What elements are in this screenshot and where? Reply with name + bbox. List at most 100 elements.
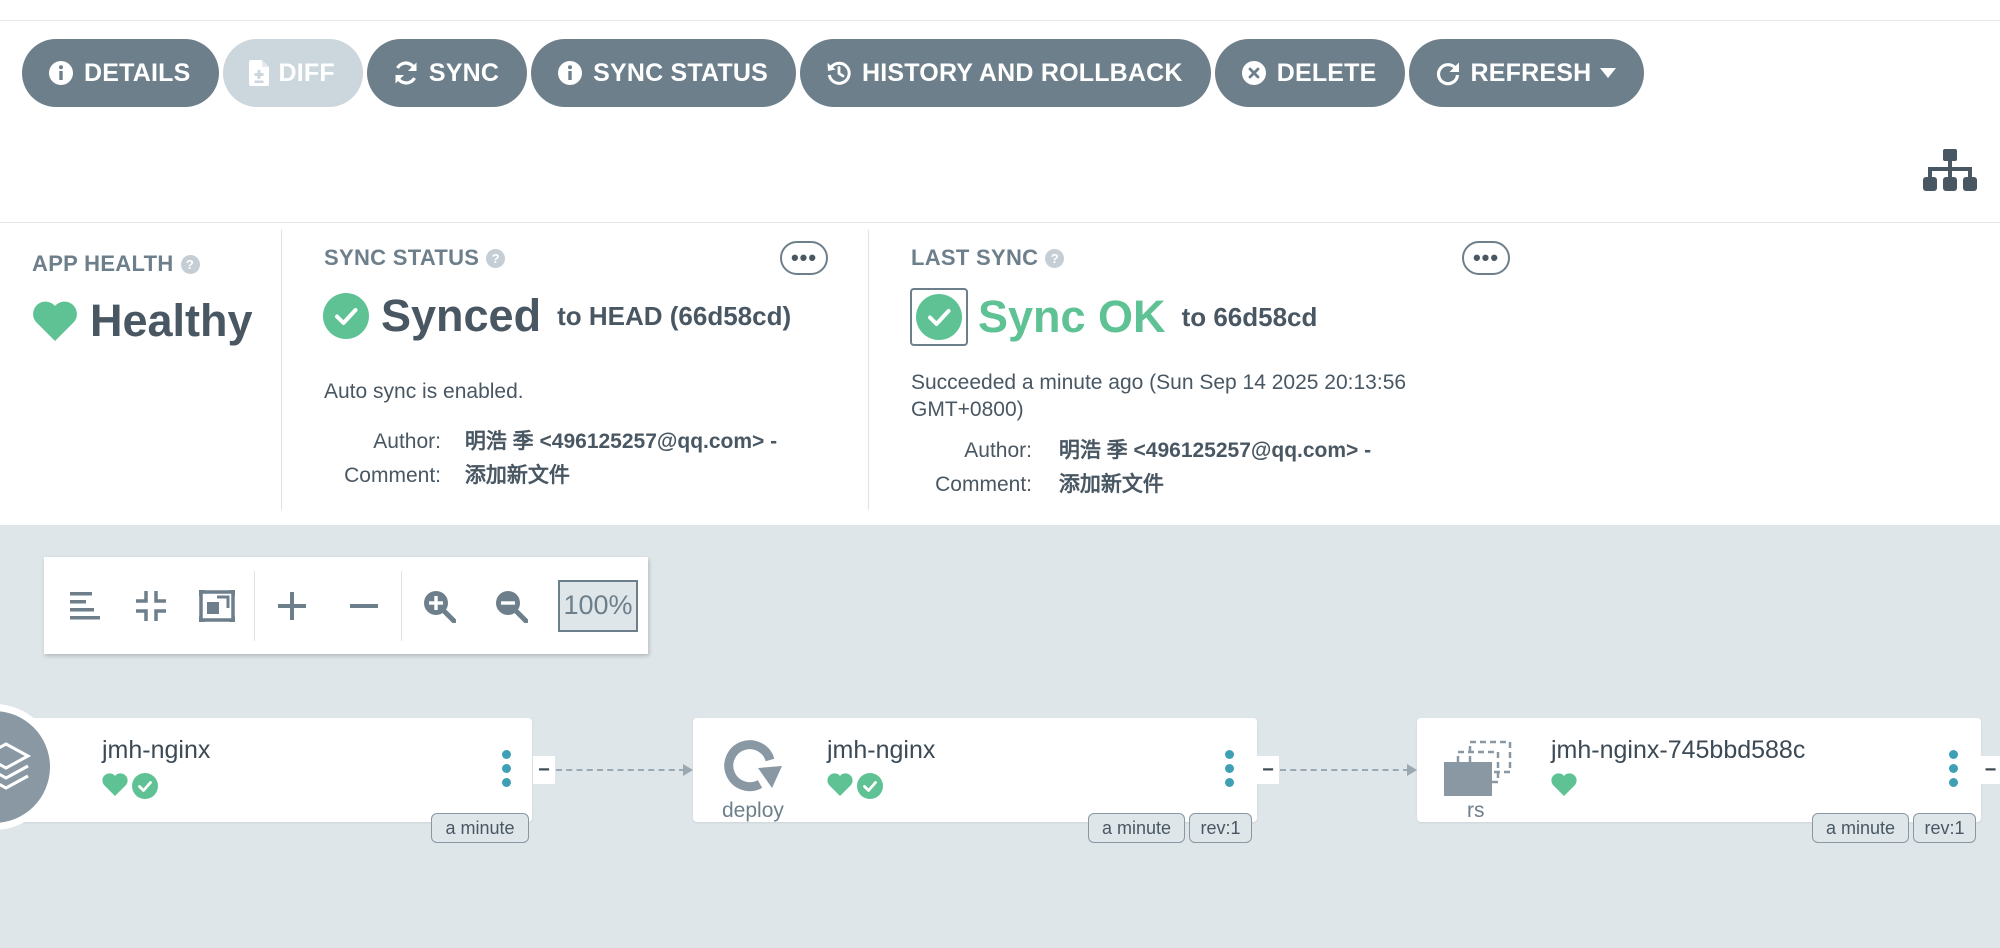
- info-icon: [557, 60, 583, 86]
- sync-status-button[interactable]: SYNC STATUS: [531, 39, 797, 107]
- history-rollback-button[interactable]: HISTORY AND ROLLBACK: [800, 39, 1211, 107]
- deploy-icon: [720, 738, 784, 799]
- heart-icon: [102, 773, 128, 799]
- toolbar-divider: [254, 570, 255, 641]
- sync-icon: [393, 60, 419, 86]
- node-age-tag: a minute: [1812, 813, 1909, 843]
- delete-label: DELETE: [1276, 58, 1377, 87]
- last-sync-label: LAST SYNC: [911, 245, 1039, 270]
- sync-label: SYNC: [428, 58, 500, 87]
- sync-status-more-button[interactable]: •••: [780, 241, 828, 275]
- node-revision-tag: rev:1: [1913, 813, 1976, 843]
- node-name: jmh-nginx-745bbd588c: [1551, 736, 1806, 764]
- delete-button[interactable]: DELETE: [1214, 39, 1405, 107]
- node-kind: rs: [1467, 799, 1485, 822]
- author-label: Author:: [373, 430, 441, 453]
- node-menu-icon[interactable]: [1224, 750, 1234, 787]
- compress-icon[interactable]: [118, 557, 184, 654]
- graph-edge: [556, 769, 685, 771]
- caret-down-icon: [1600, 68, 1617, 78]
- auto-sync-text: Auto sync is enabled.: [324, 380, 524, 403]
- sitemap-icon[interactable]: [1923, 149, 1977, 198]
- help-icon[interactable]: ?: [1045, 248, 1065, 268]
- app-health-status: Healthy: [32, 295, 253, 347]
- comment-label: Comment:: [935, 473, 1032, 496]
- last-sync-value: Sync OK: [978, 291, 1166, 342]
- app-toolbar: DETAILS DIFF SYNC SYNC STATUS HISTORY AN…: [22, 39, 1645, 107]
- help-icon[interactable]: ?: [486, 248, 506, 268]
- check-circle-icon: [132, 773, 158, 799]
- node-revision-tag: rev:1: [1189, 813, 1252, 843]
- sync-status-heading: SYNC STATUS ?: [324, 245, 506, 271]
- replicaset-icon: [1442, 740, 1514, 805]
- last-sync-comment-row: Comment: 添加新文件: [918, 468, 1164, 498]
- sync-comment-row: Comment: 添加新文件: [326, 459, 570, 489]
- node-age-tag: a minute: [1088, 813, 1185, 843]
- collapse-toggle[interactable]: −: [533, 756, 555, 784]
- heart-icon: [1551, 773, 1577, 797]
- diff-button[interactable]: DIFF: [222, 39, 363, 107]
- history-icon: [826, 60, 852, 86]
- refresh-label: REFRESH: [1470, 58, 1592, 87]
- zoom-level[interactable]: 100%: [558, 579, 638, 632]
- zoom-in-icon[interactable]: [406, 557, 472, 654]
- minus-icon[interactable]: [331, 557, 397, 654]
- last-sync-row: Sync OK to 66d58cd: [910, 288, 1317, 346]
- diff-label: DIFF: [278, 58, 335, 87]
- last-sync-author-row: Author: 明浩 季 <496125257@qq.com> -: [918, 434, 1371, 464]
- last-sync-heading: LAST SYNC ?: [911, 245, 1065, 271]
- align-left-icon[interactable]: [52, 557, 118, 654]
- author-value: 明浩 季 <496125257@qq.com> -: [464, 430, 778, 453]
- node-name: jmh-nginx: [102, 736, 211, 764]
- node-status: [827, 773, 883, 799]
- heart-icon: [32, 301, 78, 341]
- top-divider: [0, 20, 2000, 21]
- sync-button[interactable]: SYNC: [366, 39, 528, 107]
- node-age-tag: a minute: [431, 813, 529, 843]
- comment-value: 添加新文件: [1058, 473, 1164, 496]
- sync-target-revision[interactable]: to HEAD (66d58cd): [557, 301, 791, 332]
- deployment-node[interactable]: deploy jmh-nginx: [693, 718, 1257, 822]
- edge-arrow: [683, 764, 693, 776]
- info-icon: [48, 60, 74, 86]
- collapse-toggle[interactable]: −: [1981, 756, 2000, 784]
- refresh-button[interactable]: REFRESH: [1408, 39, 1645, 107]
- last-sync-timezone: GMT+0800): [911, 398, 1024, 421]
- zoom-out-icon[interactable]: [478, 557, 544, 654]
- check-circle-icon: [323, 293, 369, 339]
- toolbar-divider: [401, 570, 402, 641]
- graph-toolbar: 100%: [44, 557, 648, 654]
- help-icon[interactable]: ?: [180, 254, 200, 274]
- node-menu-icon[interactable]: [501, 750, 511, 787]
- sync-status-label: SYNC STATUS: [593, 58, 769, 87]
- panel-divider: [868, 230, 869, 510]
- details-label: DETAILS: [84, 58, 191, 87]
- author-label: Author:: [964, 439, 1032, 462]
- node-name: jmh-nginx: [827, 736, 936, 764]
- node-menu-icon[interactable]: [1948, 750, 1958, 787]
- app-health-label: APP HEALTH: [32, 251, 174, 276]
- author-value: 明浩 季 <496125257@qq.com> -: [1058, 439, 1372, 462]
- node-status: [102, 773, 158, 799]
- app-health-value: Healthy: [90, 295, 253, 346]
- check-circle-icon: [910, 288, 968, 346]
- graph-edge: [1280, 769, 1409, 771]
- details-button[interactable]: DETAILS: [22, 39, 219, 107]
- sync-status-value: Synced: [381, 290, 542, 341]
- file-diff-icon: [248, 60, 269, 86]
- edge-arrow: [1407, 764, 1417, 776]
- app-health-heading: APP HEALTH ?: [32, 251, 200, 277]
- last-sync-revision[interactable]: to 66d58cd: [1182, 302, 1318, 333]
- sync-status-row: Synced to HEAD (66d58cd): [323, 290, 791, 342]
- plus-icon[interactable]: [259, 557, 325, 654]
- last-sync-more-button[interactable]: •••: [1462, 241, 1510, 275]
- redo-icon: [1435, 60, 1461, 86]
- last-sync-time: Succeeded a minute ago (Sun Sep 14 2025 …: [911, 371, 1407, 394]
- fit-to-screen-icon[interactable]: [184, 557, 250, 654]
- replicaset-node[interactable]: rs jmh-nginx-745bbd588c: [1417, 718, 1981, 822]
- app-layers-icon: [0, 700, 57, 834]
- panel-divider: [281, 230, 282, 510]
- collapse-toggle[interactable]: −: [1257, 756, 1279, 784]
- app-node[interactable]: jmh-nginx: [0, 718, 532, 822]
- comment-label: Comment:: [344, 464, 441, 487]
